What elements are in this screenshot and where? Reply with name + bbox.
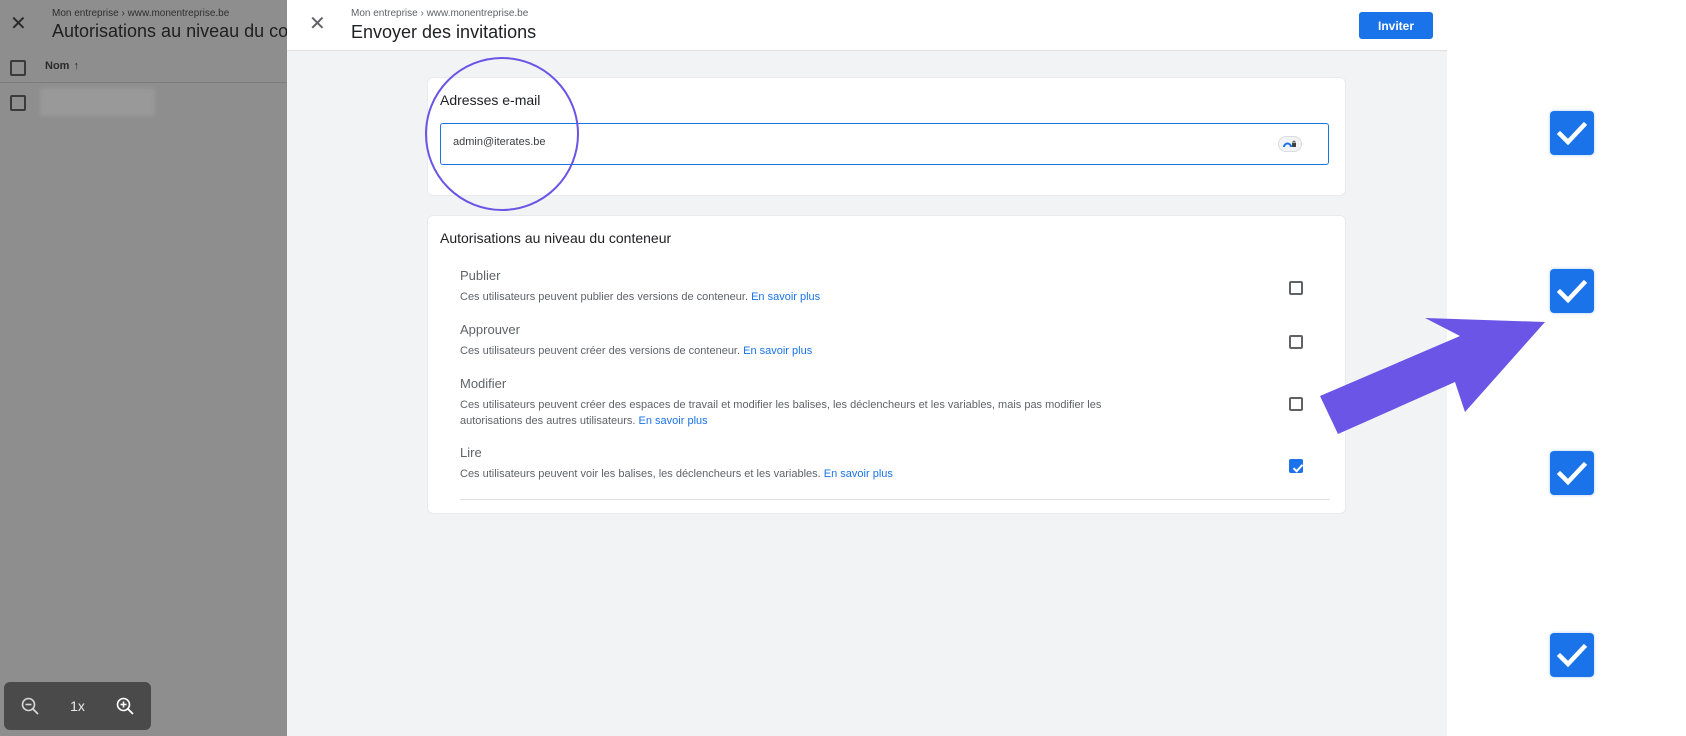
permission-name: Approuver [460, 322, 520, 337]
permission-description: Ces utilisateurs peuvent créer des espac… [460, 399, 1102, 427]
permission-description: Ces utilisateurs peuvent publier des ver… [460, 291, 821, 303]
divider [460, 499, 1330, 500]
permission-edit: Modifier Ces utilisateurs peuvent créer … [460, 376, 1320, 429]
permission-description: Ces utilisateurs peuvent voir les balise… [460, 468, 893, 480]
divider [0, 82, 290, 83]
dialog-breadcrumb: Mon entreprise › www.monentreprise.be [351, 8, 529, 19]
checkbox-approve[interactable] [1289, 335, 1303, 349]
checked-checkbox-icon [1550, 451, 1594, 495]
invite-dialog: ✕ Mon entreprise › www.monentreprise.be … [287, 0, 1447, 736]
permission-description: Ces utilisateurs peuvent créer des versi… [460, 345, 813, 357]
learn-more-link[interactable]: En savoir plus [824, 468, 893, 480]
permission-publish: Publier Ces utilisateurs peuvent publier… [460, 268, 1320, 305]
close-icon[interactable]: ✕ [309, 14, 329, 34]
learn-more-link[interactable]: En savoir plus [743, 345, 812, 357]
column-header-label: Nom [45, 60, 70, 72]
email-section-title: Adresses e-mail [440, 92, 541, 108]
dialog-title: Envoyer des invitations [351, 22, 537, 42]
zoom-level[interactable]: 1x [70, 698, 85, 714]
checked-checkbox-icon [1550, 269, 1594, 313]
permissions-card: Autorisations au niveau du conteneur Pub… [427, 215, 1346, 514]
row-checkbox[interactable] [10, 95, 26, 111]
zoom-toolbar: 1x [4, 682, 151, 730]
column-header-name[interactable]: Nom ↑ [45, 60, 79, 72]
checked-checkbox-icon [1550, 633, 1594, 677]
email-chip[interactable]: admin@iterates.be [453, 136, 546, 148]
permission-approve: Approuver Ces utilisateurs peuvent créer… [460, 322, 1320, 359]
checkbox-read[interactable] [1289, 459, 1304, 473]
checked-checkbox-icon [1550, 111, 1594, 155]
permission-read: Lire Ces utilisateurs peuvent voir les b… [460, 445, 1320, 482]
blurred-row-value [40, 88, 155, 116]
email-card: Adresses e-mail admin@iterates.be [427, 77, 1346, 196]
password-manager-icon[interactable] [1278, 136, 1302, 152]
zoom-in-icon[interactable] [112, 693, 138, 719]
learn-more-link[interactable]: En savoir plus [751, 291, 820, 303]
sort-arrow-icon: ↑ [73, 60, 79, 72]
background-page: ✕ Mon entreprise › www.monentreprise.be … [0, 0, 290, 736]
email-input[interactable]: admin@iterates.be [440, 123, 1329, 165]
permission-name: Lire [460, 445, 482, 460]
permission-name: Publier [460, 268, 501, 283]
background-breadcrumb: Mon entreprise › www.monentreprise.be [52, 8, 230, 19]
checkbox-edit[interactable] [1289, 397, 1303, 411]
select-all-checkbox[interactable] [10, 60, 26, 76]
permission-name: Modifier [460, 376, 507, 391]
invite-button[interactable]: Inviter [1359, 12, 1433, 39]
close-icon[interactable]: ✕ [10, 14, 30, 34]
permissions-section-title: Autorisations au niveau du conteneur [440, 230, 672, 246]
annotation-arrow-icon [1320, 318, 1545, 434]
zoom-out-icon[interactable] [17, 693, 43, 719]
dialog-header: ✕ Mon entreprise › www.monentreprise.be … [287, 0, 1447, 51]
checkbox-publish[interactable] [1289, 281, 1303, 295]
background-page-title: Autorisations au niveau du conteneur [52, 21, 290, 41]
learn-more-link[interactable]: En savoir plus [639, 415, 708, 427]
